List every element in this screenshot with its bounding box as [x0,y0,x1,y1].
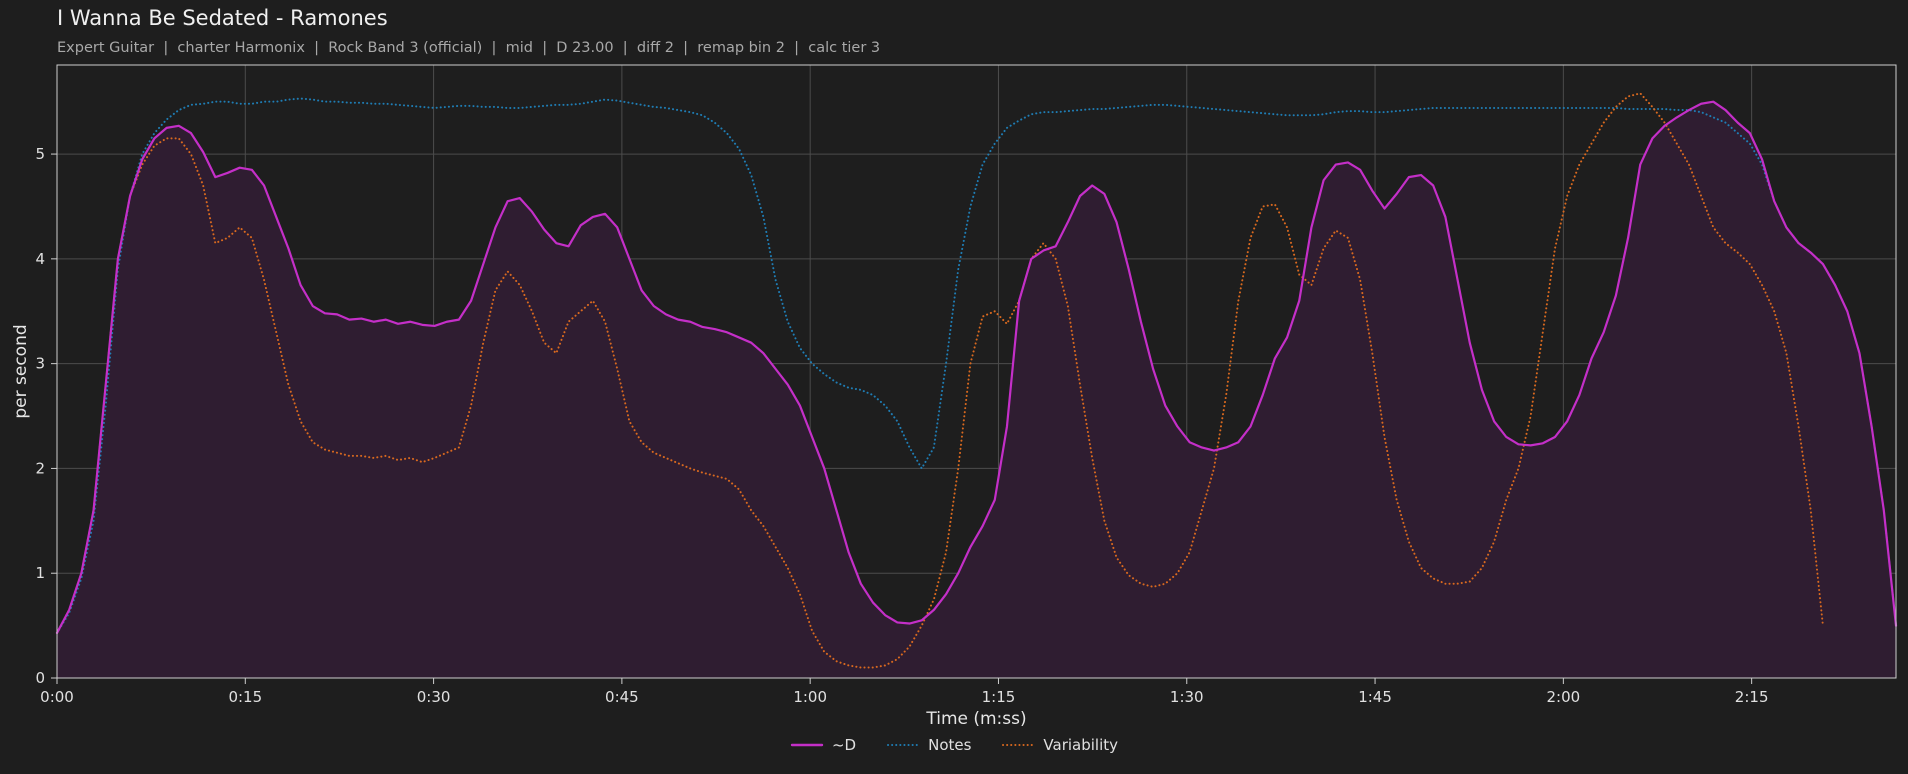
y-tick-label: 1 [35,564,45,582]
legend-swatch [887,744,920,746]
legend-swatch [790,743,824,747]
x-tick-label: 0:30 [417,688,451,706]
x-tick-label: 1:30 [1170,688,1204,706]
y-tick-label: 0 [35,669,45,687]
y-axis-label: per second [11,324,31,418]
y-tick-label: 5 [35,145,45,163]
x-tick-label: 0:15 [228,688,262,706]
x-axis-label: Time (m:ss) [925,709,1026,729]
legend-swatch [1002,744,1035,746]
legend-label: Variability [1043,736,1119,754]
x-tick-label: 0:45 [605,688,639,706]
legend-item: ~D [790,736,856,754]
x-tick-label: 2:00 [1547,688,1581,706]
y-tick-label: 4 [35,250,45,268]
y-tick-label: 3 [35,355,45,373]
x-tick-label: 2:15 [1735,688,1769,706]
x-tick-label: 0:00 [40,688,74,706]
x-tick-label: 1:00 [793,688,827,706]
legend-item: Notes [886,736,971,754]
legend-label: Notes [928,736,972,754]
legend: ~D Notes Variability [0,736,1908,754]
y-tick-label: 2 [35,459,45,477]
x-tick-label: 1:45 [1358,688,1392,706]
chart-svg: 0:00 0:15 0:30 0:45 1:00 1:15 1:30 1:45 2:00 2:15… [11,64,1898,729]
legend-item: Variability [1001,736,1118,754]
legend-label: ~D [831,736,857,754]
x-tick-label: 1:15 [982,688,1016,706]
